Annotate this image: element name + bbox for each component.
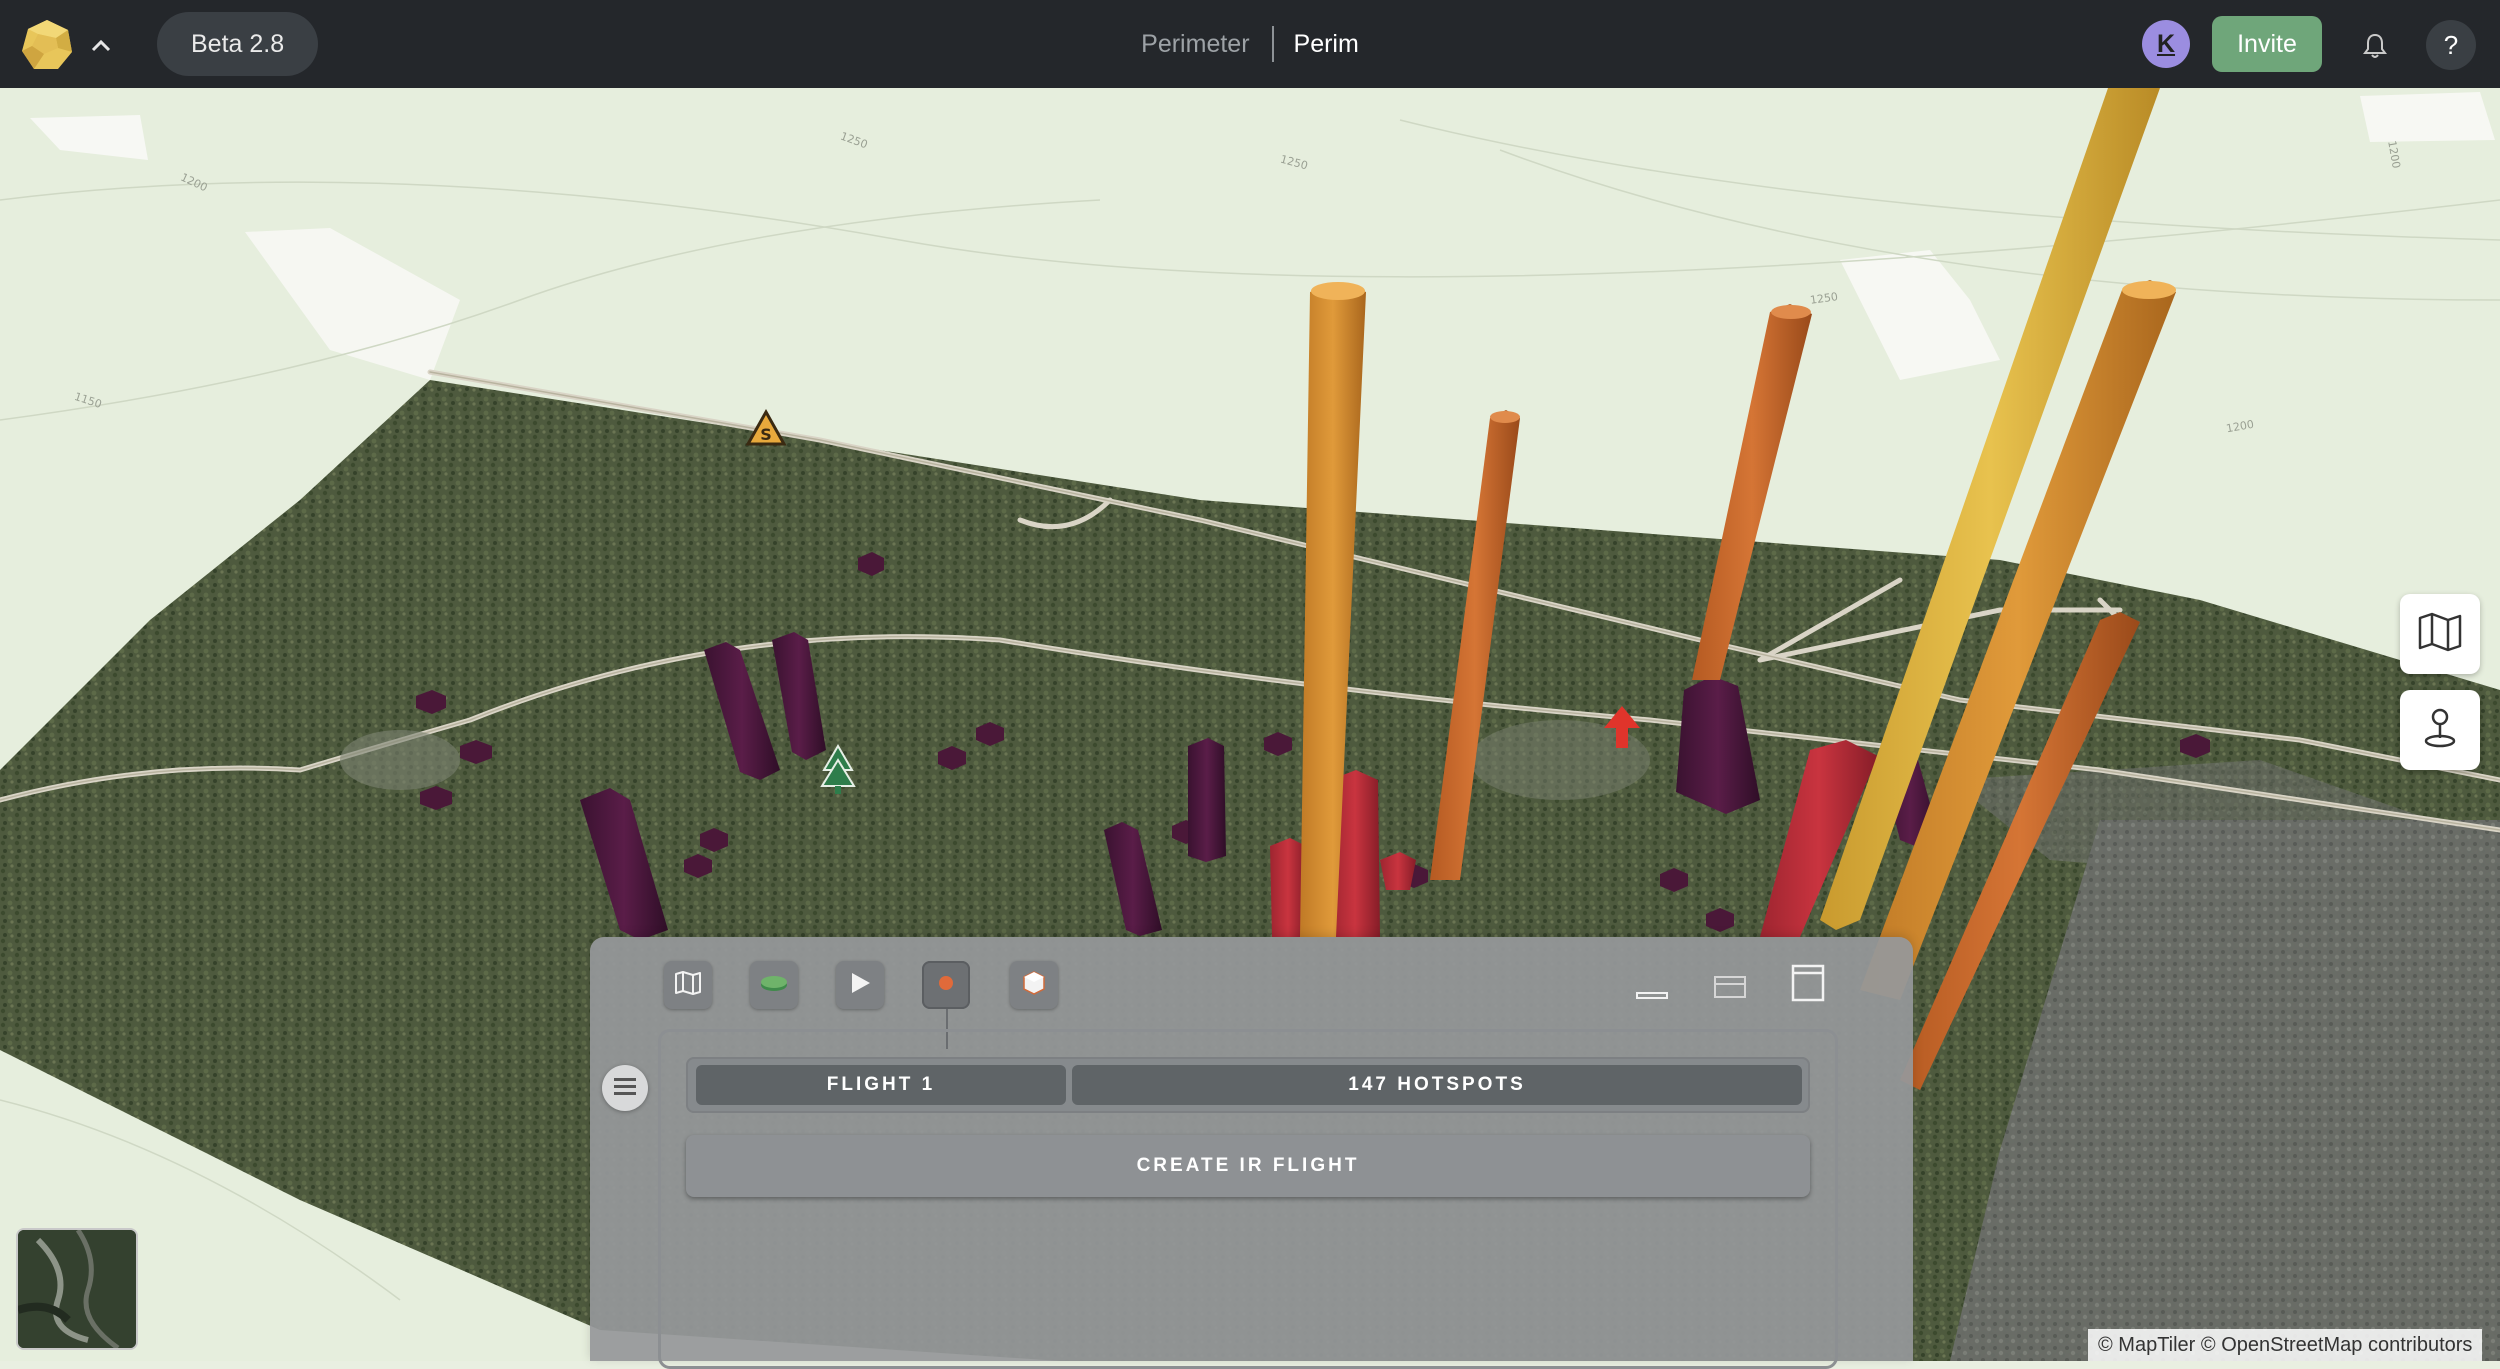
breadcrumb-current: Perim	[1293, 29, 1359, 58]
help-button[interactable]: ?	[2426, 20, 2476, 70]
map-icon	[674, 970, 702, 1001]
full-size-icon	[1791, 964, 1825, 1007]
model-icon	[1022, 970, 1046, 1001]
hotspot-tool-button[interactable]	[922, 961, 970, 1009]
location-pin-icon	[2420, 706, 2460, 755]
bell-icon[interactable]	[2355, 26, 2395, 66]
flight-row: FLIGHT 1 147 HOTSPOTS	[686, 1057, 1810, 1113]
create-ir-flight-button[interactable]: CREATE IR FLIGHT	[686, 1135, 1810, 1197]
panel-menu-button[interactable]	[602, 1065, 648, 1111]
half-size-icon	[1714, 967, 1746, 1004]
map-view-icon	[2418, 612, 2462, 657]
play-icon	[848, 971, 872, 1000]
invite-button[interactable]: Invite	[2212, 16, 2322, 72]
breadcrumb: Perimeter Perim	[0, 20, 2500, 68]
flight-panel: FLIGHT 1 147 HOTSPOTS CREATE IR FLIGHT	[590, 937, 1913, 1369]
minimize-panel-button[interactable]	[1630, 963, 1674, 1007]
location-button[interactable]	[2400, 690, 2480, 770]
flight-selector[interactable]: FLIGHT 1	[696, 1065, 1066, 1105]
map-tool-button[interactable]	[664, 961, 712, 1009]
svg-text:S: S	[760, 425, 772, 444]
hotspot-icon	[937, 974, 955, 997]
map-view-button[interactable]	[2400, 594, 2480, 674]
model-tool-button[interactable]	[1010, 961, 1058, 1009]
breadcrumb-parent[interactable]: Perimeter	[1141, 30, 1271, 59]
layers-tool-button[interactable]	[750, 961, 798, 1009]
full-size-panel-button[interactable]	[1786, 963, 1830, 1007]
hamburger-icon	[613, 1076, 637, 1101]
playback-tool-button[interactable]	[836, 961, 884, 1009]
minimize-icon	[1636, 967, 1668, 1004]
layers-icon	[759, 972, 789, 999]
avatar[interactable]: K	[2142, 20, 2190, 68]
minimap[interactable]	[16, 1228, 138, 1350]
map-attribution[interactable]: © MapTiler © OpenStreetMap contributors	[2088, 1329, 2483, 1361]
top-bar: Beta 2.8 Perimeter Perim K Invite ?	[0, 0, 2500, 88]
half-size-panel-button[interactable]	[1708, 963, 1752, 1007]
hotspots-count[interactable]: 147 HOTSPOTS	[1072, 1065, 1802, 1105]
